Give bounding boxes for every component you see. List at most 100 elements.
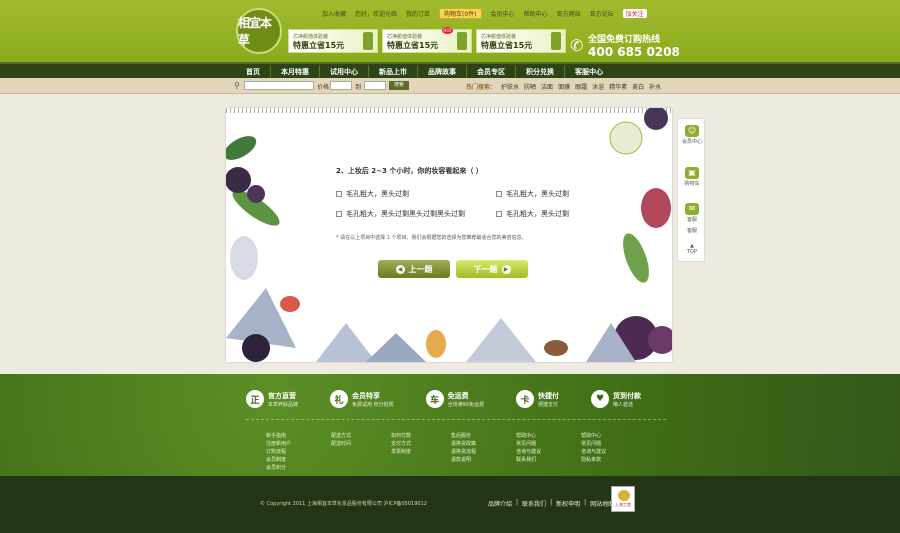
footer-link[interactable]: 帮助中心 (516, 432, 541, 439)
nav-item-brand-story[interactable]: 品牌故事 (418, 65, 467, 79)
hot-search-term[interactable]: 防晒 (524, 82, 536, 91)
quiz-option[interactable]: 毛孔粗大，黑头过剩 (496, 189, 569, 199)
footer-link[interactable]: 新手指南 (266, 432, 291, 439)
link-column: 如何付款 支付方式 发票制度 (391, 432, 411, 471)
business-license-badge[interactable]: 上海工商 (611, 486, 635, 512)
footer-link[interactable]: 咨询与建议 (516, 448, 541, 455)
back-to-top-button[interactable]: ▲ TOP (678, 243, 706, 255)
side-service[interactable]: ✉ 客服 (678, 203, 706, 223)
card-icon: 卡 (515, 390, 534, 408)
feature-sub: 免费试用 积分抵现 (352, 401, 394, 408)
promo-banner[interactable]: 芯净颜值体验装 特惠立省15元 (288, 29, 378, 53)
footer-divider (246, 419, 666, 420)
chevron-left-icon: ◀ (395, 264, 405, 274)
side-service-2[interactable]: 客服 (678, 227, 706, 234)
footer-link[interactable]: 隐私条款 (581, 456, 606, 463)
top-label: TOP (686, 249, 697, 255)
nav-item-service[interactable]: 客服中心 (565, 65, 613, 79)
quiz-option[interactable]: 毛孔粗大，黑头过剩 (336, 189, 409, 199)
quiz-option[interactable]: 毛孔粗大，黑头过剩黑头过剩黑头过剩 (336, 209, 465, 219)
option-checkbox[interactable] (496, 191, 502, 197)
promo-banner[interactable]: 芯净颜值体验装 特惠立省15元 HOT (382, 27, 472, 53)
search-button[interactable]: 搜索 (389, 81, 409, 90)
footer-link[interactable]: 退款说明 (451, 456, 476, 463)
feature-free-shipping: 车 免运费 全场满99免运费 (425, 390, 484, 408)
feature-quick-pay: 卡 快捷付 便捷支付 (515, 390, 559, 408)
footer-link[interactable]: 配送时间 (331, 440, 351, 447)
badge-label: 上海工商 (615, 502, 631, 507)
option-label: 毛孔粗大，黑头过剩 (346, 190, 409, 198)
chat-icon: ✉ (685, 203, 699, 215)
brand-logo[interactable]: 相宜本草 (236, 8, 282, 54)
nav-item-points[interactable]: 积分兑换 (516, 65, 565, 79)
hot-search-term[interactable]: 面膜 (558, 82, 570, 91)
rights-link[interactable]: 新权申明 (556, 499, 580, 508)
option-checkbox[interactable] (496, 211, 502, 217)
product-bottle-icon (457, 32, 467, 50)
nav-item-trial-center[interactable]: 试用中心 (320, 65, 369, 79)
hot-search-term[interactable]: 补水 (649, 82, 661, 91)
option-label: 毛孔粗大，黑头过剩黑头过剩黑头过剩 (346, 210, 465, 218)
side-cart[interactable]: ▣ 购物车 (678, 167, 706, 187)
hot-search-term[interactable]: 洁面 (541, 82, 553, 91)
footer-link[interactable]: 订购流程 (266, 448, 291, 455)
member-center-link[interactable]: 会员中心 (491, 9, 515, 18)
product-bottle-icon (551, 32, 561, 50)
footer-link[interactable]: 常见问题 (516, 440, 541, 447)
hot-search-term[interactable]: 美白 (632, 82, 644, 91)
next-question-button[interactable]: 下一题 ▶ (456, 260, 528, 278)
official-site-link[interactable]: 官方网站 (557, 9, 581, 18)
footer-link[interactable]: 咨询与建议 (581, 448, 606, 455)
hot-search-term[interactable]: 护肤水 (501, 82, 519, 91)
my-orders-link[interactable]: 我的订单 (406, 9, 430, 18)
weibo-follow-button[interactable]: 加关注 (622, 9, 647, 18)
price-to-input[interactable] (364, 81, 386, 90)
footer-link[interactable]: 退换货流程 (451, 448, 476, 455)
promo-banner[interactable]: 芯净颜值体验装 特惠立省15元 (476, 29, 566, 53)
footer-link[interactable]: 退换货政策 (451, 440, 476, 447)
hotline-title: 全国免费订购热线 (588, 35, 661, 45)
footer-link[interactable]: 支付方式 (391, 440, 411, 447)
price-from-input[interactable] (330, 81, 352, 90)
hot-search-term[interactable]: 眼霜 (575, 82, 587, 91)
footer-link[interactable]: 会员制度 (266, 456, 291, 463)
nav-item-new-products[interactable]: 新品上市 (369, 65, 418, 79)
side-member-center[interactable]: ☺ 会员中心 (678, 125, 706, 145)
link-separator: | (516, 499, 519, 506)
brand-intro-link[interactable]: 品牌介绍 (488, 499, 512, 508)
option-checkbox[interactable] (336, 191, 342, 197)
price-separator: 到 (355, 84, 362, 91)
link-column: 售后服务 退换货政策 退换货流程 退款说明 (451, 432, 476, 471)
footer-link[interactable]: 配送方式 (331, 432, 351, 439)
prev-question-button[interactable]: ◀ 上一题 (378, 260, 450, 278)
link-column: 新手指南 注册新用户 订购流程 会员制度 会员积分 (266, 432, 291, 471)
quiz-option[interactable]: 毛孔粗大，黑头过剩 (496, 209, 569, 219)
emblem-icon (618, 490, 630, 501)
footer-link[interactable]: 常见问题 (581, 440, 606, 447)
chevron-right-icon: ▶ (501, 264, 511, 274)
cart-button[interactable]: 购物车(0件) (439, 8, 482, 19)
footer-link[interactable]: 注册新用户 (266, 440, 291, 447)
footer-link[interactable]: 售后服务 (451, 432, 476, 439)
search-icon: ⚲ (234, 81, 240, 90)
footer-link[interactable]: 如何付款 (391, 432, 411, 439)
help-center-link[interactable]: 帮助中心 (524, 9, 548, 18)
hot-search-term[interactable]: 精华素 (609, 82, 627, 91)
option-checkbox[interactable] (336, 211, 342, 217)
search-input[interactable] (244, 81, 314, 90)
footer-link[interactable]: 帮助中心 (581, 432, 606, 439)
nav-item-member-zone[interactable]: 会员专区 (467, 65, 516, 79)
hot-search-term[interactable]: 沐浴 (592, 82, 604, 91)
official-forum-link[interactable]: 官方论坛 (590, 9, 614, 18)
truck-icon: 车 (425, 390, 444, 408)
side-label: 购物车 (684, 181, 700, 187)
contact-link[interactable]: 联系我们 (522, 499, 546, 508)
nav-item-home[interactable]: 首页 (236, 65, 271, 79)
nav-item-monthly-deals[interactable]: 本月特惠 (271, 65, 320, 79)
footer-link[interactable]: 会员积分 (266, 464, 291, 471)
gift-icon: 礼 (330, 390, 349, 408)
footer-link[interactable]: 联系我们 (516, 456, 541, 463)
footer-link[interactable]: 发票制度 (391, 448, 411, 455)
add-favorite-link[interactable]: 加入收藏 (322, 9, 346, 18)
official-icon: 正 (246, 390, 264, 408)
